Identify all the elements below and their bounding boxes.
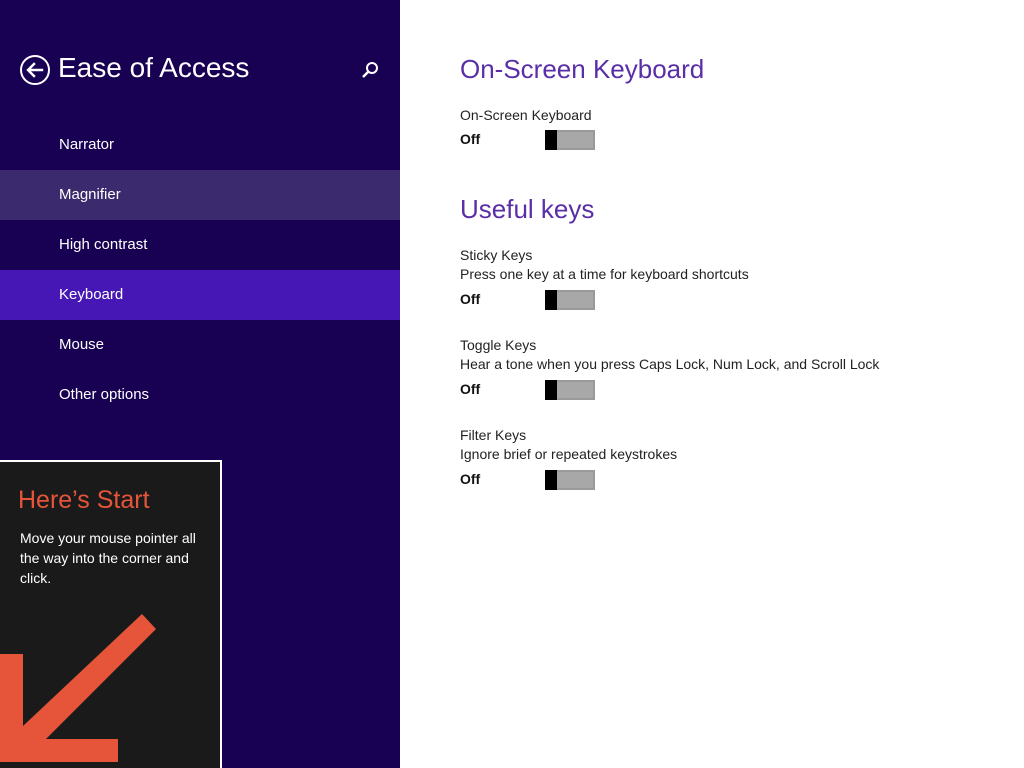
section-title-on-screen-keyboard: On-Screen Keyboard [460, 54, 705, 84]
start-tip-panel[interactable]: Here’s Start Move your mouse pointer all… [0, 460, 222, 768]
pane-title: Ease of Access [58, 52, 250, 83]
osk-state: Off [460, 131, 481, 147]
arrow-down-left-icon [0, 614, 156, 762]
sidebar-nav: Narrator Magnifier High contrast Keyboar… [0, 120, 400, 420]
filter-keys-label: Filter Keys [460, 427, 527, 443]
settings-content: On-Screen Keyboard On-Screen Keyboard Of… [460, 0, 1020, 768]
start-tip-title: Here’s Start [18, 486, 150, 514]
toggle-keys-state: Off [460, 381, 481, 397]
search-icon [362, 62, 378, 78]
toggle-thumb [545, 130, 557, 150]
sidebar-item-keyboard[interactable]: Keyboard [0, 270, 400, 320]
filter-keys-description: Ignore brief or repeated keystrokes [460, 446, 678, 462]
start-tip-body: Move your mouse pointer all the way into… [20, 530, 196, 586]
sidebar-item-high-contrast[interactable]: High contrast [0, 220, 400, 270]
sidebar-item-narrator[interactable]: Narrator [0, 120, 400, 170]
toggle-thumb [545, 470, 557, 490]
pane-header: Ease of Access [0, 0, 400, 140]
sticky-keys-toggle[interactable] [545, 290, 595, 310]
toggle-thumb [545, 380, 557, 400]
toggle-keys-description: Hear a tone when you press Caps Lock, Nu… [460, 356, 880, 372]
back-button[interactable] [20, 55, 50, 85]
osk-label: On-Screen Keyboard [460, 107, 592, 123]
filter-keys-state: Off [460, 471, 481, 487]
toggle-keys-toggle[interactable] [545, 380, 595, 400]
back-arrow-icon [26, 62, 44, 78]
sticky-keys-label: Sticky Keys [460, 247, 533, 263]
sticky-keys-description: Press one key at a time for keyboard sho… [460, 266, 749, 282]
osk-toggle[interactable] [545, 130, 595, 150]
sidebar-item-magnifier[interactable]: Magnifier [0, 170, 400, 220]
toggle-keys-label: Toggle Keys [460, 337, 537, 353]
left-pane: Ease of Access Narrator Magnifier High c… [0, 0, 400, 768]
sidebar-item-mouse[interactable]: Mouse [0, 320, 400, 370]
search-button[interactable] [360, 60, 382, 82]
section-title-useful-keys: Useful keys [460, 194, 595, 224]
filter-keys-toggle[interactable] [545, 470, 595, 490]
toggle-thumb [545, 290, 557, 310]
sticky-keys-state: Off [460, 291, 481, 307]
sidebar-item-other-options[interactable]: Other options [0, 370, 400, 420]
